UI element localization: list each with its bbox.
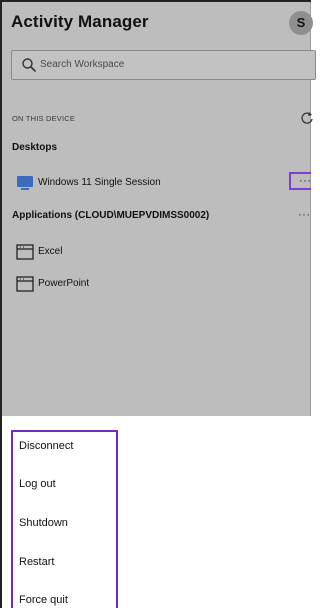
app-item-excel[interactable]: Excel — [0, 241, 311, 265]
menu-item-log-out[interactable]: Log out — [19, 478, 56, 490]
search-icon — [22, 58, 36, 72]
app-item-label: Excel — [38, 246, 63, 257]
search-placeholder: Search Workspace — [40, 59, 125, 70]
frame-border-left — [0, 0, 2, 608]
desktops-heading: Desktops — [12, 142, 58, 153]
monitor-icon — [17, 176, 33, 190]
session-context-menu: Disconnect Log out Shutdown Restart Forc… — [11, 430, 118, 608]
menu-item-restart[interactable]: Restart — [19, 556, 54, 568]
applications-heading: Applications (CLOUD\MUEPVDIMSS0002) — [12, 210, 210, 221]
app-window-icon — [16, 276, 34, 292]
activity-manager-screen: Activity Manager S Search Workspace ON T… — [0, 0, 316, 608]
section-label-on-this-device: ON THIS DEVICE — [12, 114, 76, 123]
frame-border-top — [0, 0, 311, 2]
app-item-label: PowerPoint — [38, 278, 90, 289]
desktop-item-windows-11[interactable]: Windows 11 Single Session — [0, 172, 311, 196]
app-item-powerpoint[interactable]: PowerPoint — [0, 273, 311, 297]
refresh-icon[interactable] — [300, 111, 314, 125]
search-input[interactable]: Search Workspace — [11, 50, 316, 80]
menu-item-shutdown[interactable]: Shutdown — [19, 517, 68, 529]
desktop-item-label: Windows 11 Single Session — [38, 177, 161, 188]
dimmed-content-panel: Activity Manager S Search Workspace ON T… — [0, 0, 316, 416]
applications-more-button[interactable]: ··· — [298, 209, 311, 221]
menu-item-disconnect[interactable]: Disconnect — [19, 440, 73, 452]
more-icon: ··· — [299, 175, 312, 187]
app-window-icon — [16, 244, 34, 260]
avatar[interactable]: S — [289, 11, 313, 35]
menu-item-force-quit[interactable]: Force quit — [19, 594, 68, 606]
desktop-more-button[interactable]: ··· — [289, 172, 311, 190]
page-title: Activity Manager — [11, 12, 149, 31]
